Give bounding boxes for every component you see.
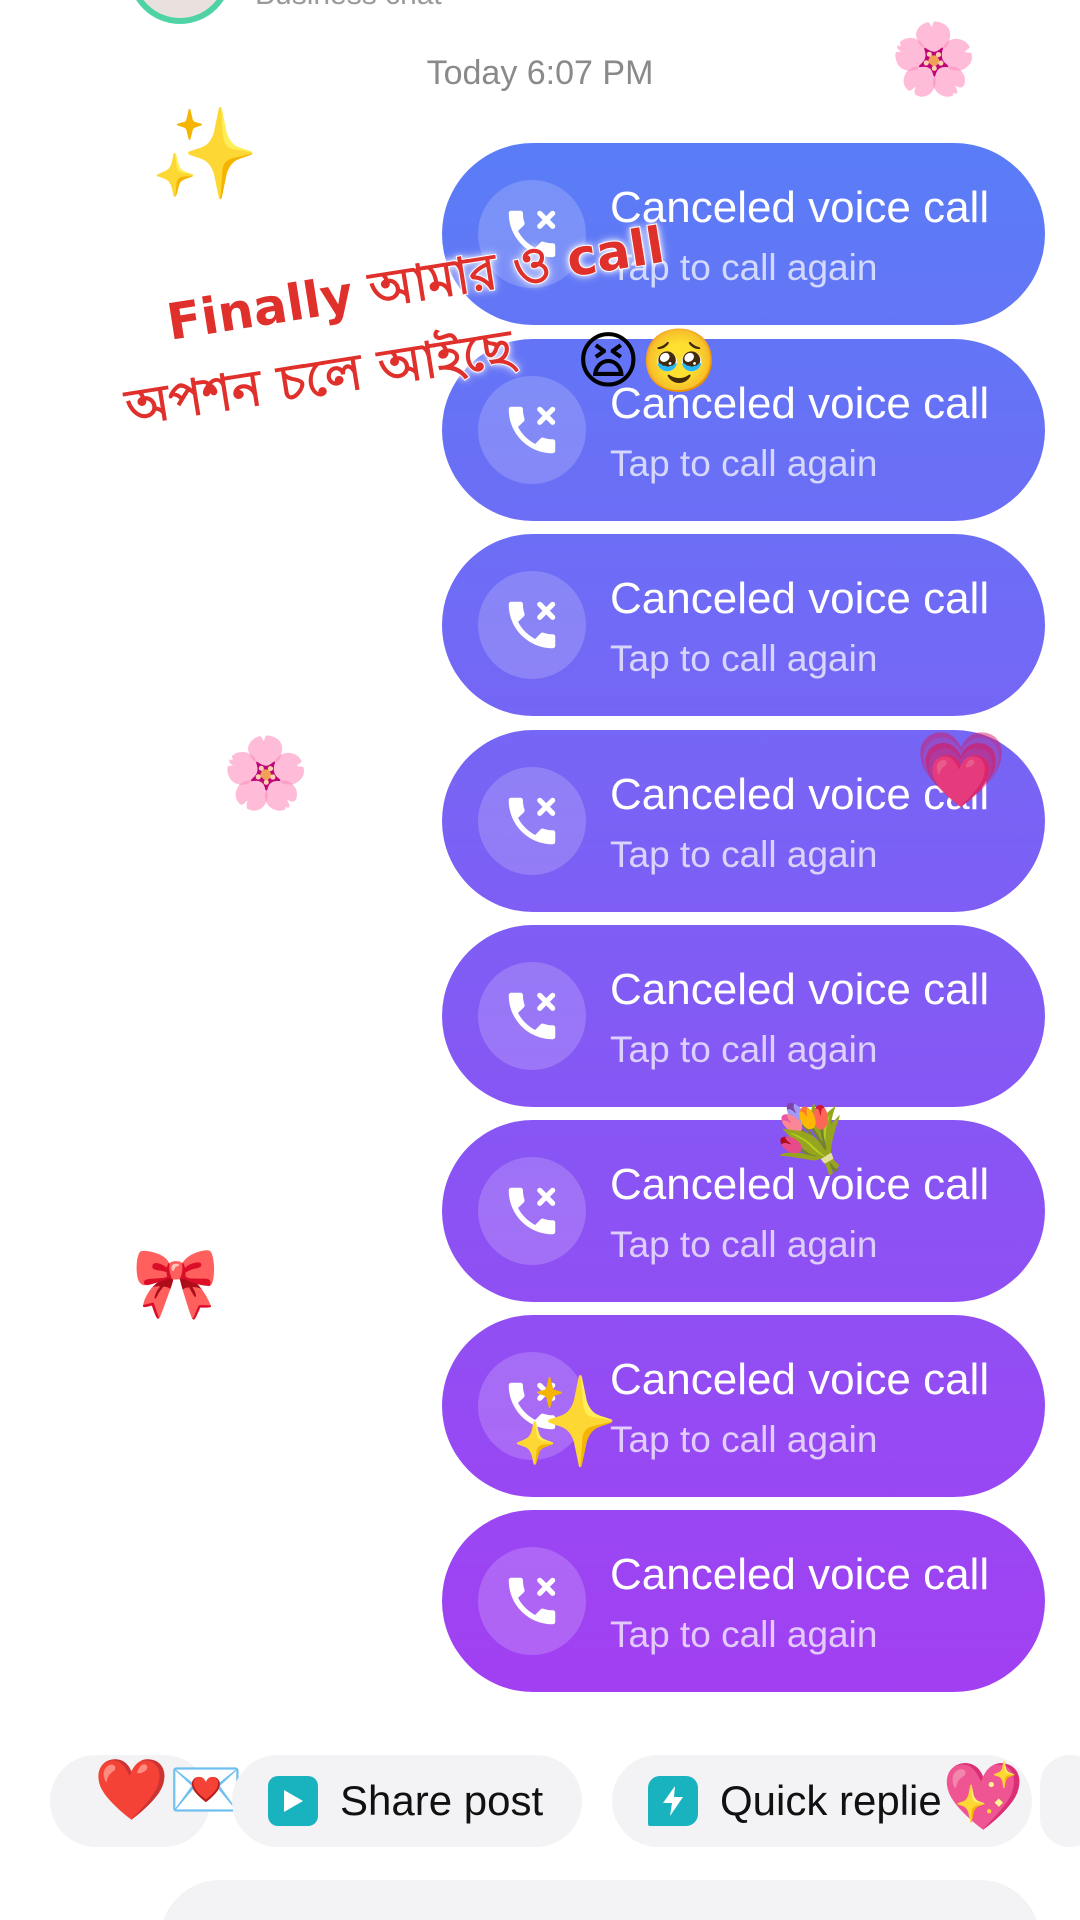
ribbon-icon: 🎀 [132, 1242, 220, 1324]
sparkles-icon: ✨ [150, 102, 260, 205]
flower-icon: 🌸 [222, 732, 310, 814]
missed-call-icon [478, 962, 586, 1070]
call-title: Canceled voice call [610, 965, 990, 1014]
call-title: Canceled voice call [610, 183, 990, 232]
missed-call-icon [478, 571, 586, 679]
call-bubble[interactable]: Canceled voice call Tap to call again [442, 1510, 1045, 1692]
emoji-sticker: 😫🥹 [576, 324, 718, 397]
call-subtitle: Tap to call again [610, 443, 878, 484]
play-icon [268, 1776, 318, 1826]
header-subtitle: Business chat [255, 0, 442, 12]
contact-avatar[interactable] [128, 0, 232, 24]
missed-call-icon [478, 1157, 586, 1265]
call-subtitle: Tap to call again [610, 834, 878, 875]
sparkles-icon: ✨ [510, 1370, 620, 1473]
lightning-icon [648, 1776, 698, 1826]
message-composer[interactable] [160, 1880, 1040, 1920]
call-bubble[interactable]: Canceled voice call Tap to call again [442, 339, 1045, 521]
call-title: Canceled voice call [610, 574, 990, 623]
call-title: Canceled voice call [610, 1355, 990, 1404]
call-subtitle: Tap to call again [610, 638, 878, 679]
sparkling-heart-icon: 💖 [942, 1758, 1025, 1835]
call-subtitle: Tap to call again [610, 1419, 878, 1460]
call-subtitle: Tap to call again [610, 1029, 878, 1070]
share-post-label: Share post [340, 1777, 544, 1824]
quick-replies-label: Quick replie [720, 1777, 942, 1824]
call-subtitle: Tap to call again [610, 1224, 878, 1265]
chat-screen: Business chat Today 6:07 PM Canceled voi… [0, 0, 1080, 1920]
call-bubble[interactable]: Canceled voice call Tap to call again [442, 925, 1045, 1107]
call-subtitle: Tap to call again [610, 1614, 878, 1655]
missed-call-icon [478, 767, 586, 875]
missed-call-icon [478, 1547, 586, 1655]
call-bubble[interactable]: Canceled voice call Tap to call again [442, 1120, 1045, 1302]
call-title: Canceled voice call [610, 1550, 990, 1599]
quick-reply-chip-partial[interactable] [1040, 1755, 1080, 1847]
heart-icon: 💗 [915, 727, 1008, 813]
heart-letter-icon: ❤️💌 [94, 1755, 244, 1825]
share-post-chip[interactable]: Share post [232, 1755, 582, 1847]
bouquet-icon: 💐 [770, 1103, 850, 1177]
flower-icon: 🌸 [890, 18, 978, 100]
call-bubble[interactable]: Canceled voice call Tap to call again [442, 534, 1045, 716]
